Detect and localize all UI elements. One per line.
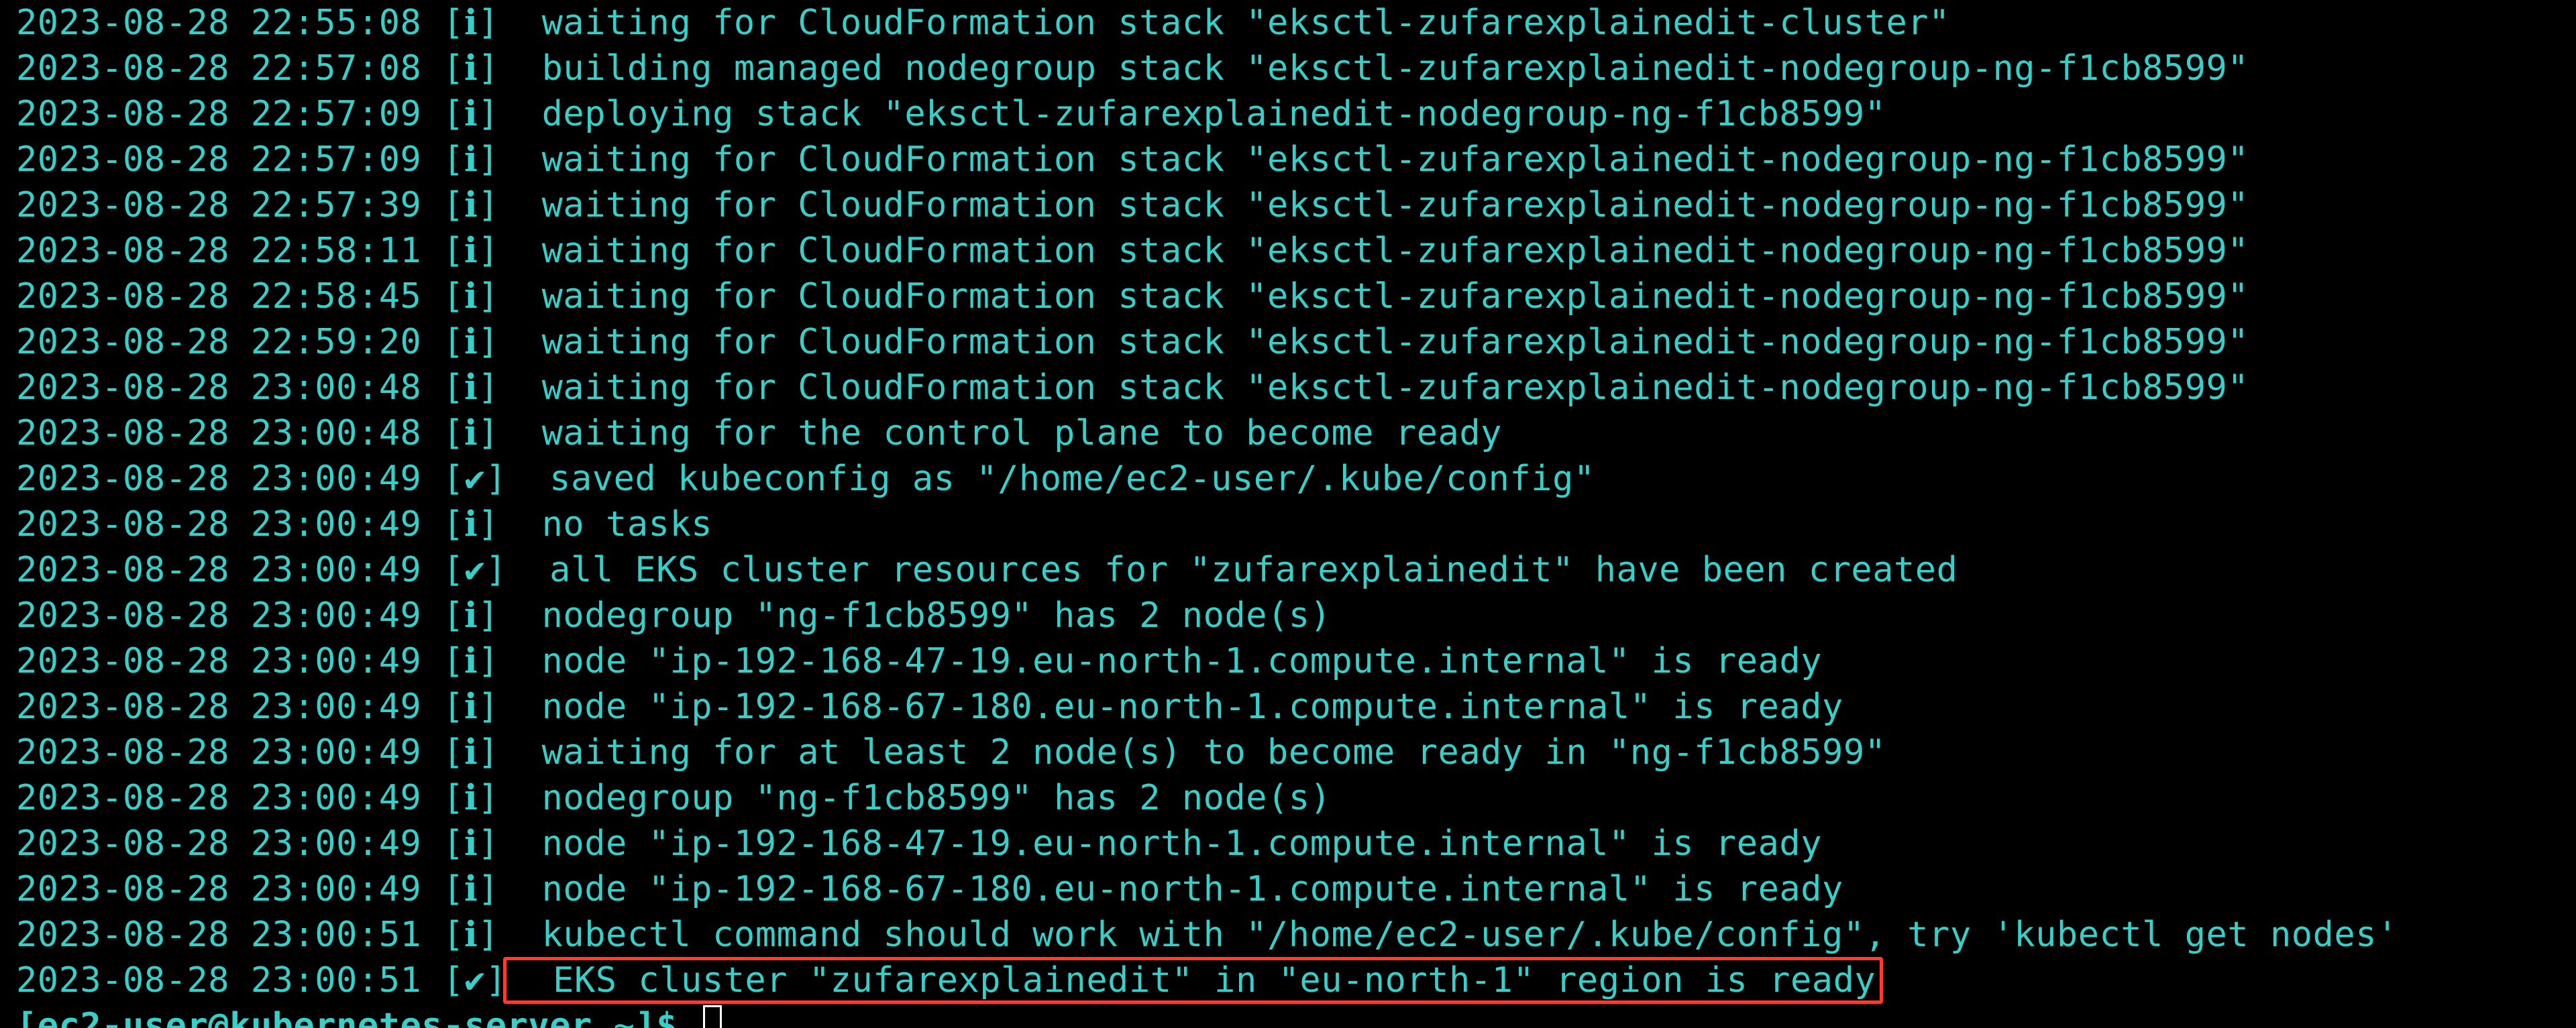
info-icon: [ℹ] — [443, 3, 499, 43]
log-message: waiting for CloudFormation stack "eksctl… — [499, 139, 2249, 180]
log-timestamp: 2023-08-28 23:00:49 — [16, 641, 443, 681]
prompt-user-host: [ec2-user@kubernetes-server — [16, 1006, 614, 1028]
log-message: kubectl command should work with "/home/… — [499, 915, 2398, 955]
log-message: saved kubeconfig as "/home/ec2-user/.kub… — [507, 459, 1595, 499]
info-icon: [ℹ] — [443, 185, 499, 225]
prompt-path: ~ — [614, 1006, 635, 1028]
info-icon: [ℹ] — [443, 687, 499, 727]
log-timestamp: 2023-08-28 23:00:49 — [16, 687, 443, 727]
info-icon: [ℹ] — [443, 595, 499, 636]
log-message: waiting for at least 2 node(s) to become… — [499, 732, 1886, 773]
terminal-output[interactable]: 2023-08-28 22:55:08 [ℹ] waiting for Clou… — [0, 0, 2576, 1028]
log-timestamp: 2023-08-28 22:58:11 — [16, 231, 443, 271]
log-line: 2023-08-28 23:00:49 [ℹ] node "ip-192-168… — [16, 638, 2576, 684]
info-icon: [ℹ] — [443, 778, 499, 818]
log-line: 2023-08-28 23:00:49 [✔] saved kubeconfig… — [16, 456, 2576, 502]
info-icon: [ℹ] — [443, 641, 499, 681]
log-line: 2023-08-28 22:58:11 [ℹ] waiting for Clou… — [16, 228, 2576, 274]
log-timestamp: 2023-08-28 23:00:51 — [16, 960, 443, 1001]
info-icon: [ℹ] — [443, 732, 499, 773]
check-icon: [✔] — [443, 459, 506, 499]
prompt-tail: ]$ — [635, 1006, 698, 1028]
log-line: 2023-08-28 22:57:09 [ℹ] deploying stack … — [16, 91, 2576, 137]
log-timestamp: 2023-08-28 23:00:51 — [16, 915, 443, 955]
log-line: 2023-08-28 23:00:48 [ℹ] waiting for Clou… — [16, 365, 2576, 410]
log-timestamp: 2023-08-28 23:00:49 — [16, 504, 443, 545]
log-message: all EKS cluster resources for "zufarexpl… — [507, 550, 1958, 590]
log-line: 2023-08-28 23:00:49 [ℹ] node "ip-192-168… — [16, 821, 2576, 866]
cursor-icon — [703, 1005, 722, 1028]
log-timestamp: 2023-08-28 22:57:09 — [16, 139, 443, 180]
log-message: nodegroup "ng-f1cb8599" has 2 node(s) — [499, 778, 1331, 818]
log-line: 2023-08-28 23:00:49 [ℹ] no tasks — [16, 502, 2576, 547]
log-timestamp: 2023-08-28 22:57:39 — [16, 185, 443, 225]
log-message: building managed nodegroup stack "eksctl… — [499, 48, 2249, 89]
log-line: 2023-08-28 22:59:20 [ℹ] waiting for Clou… — [16, 319, 2576, 365]
log-line: 2023-08-28 23:00:49 [ℹ] node "ip-192-168… — [16, 684, 2576, 730]
info-icon: [ℹ] — [443, 276, 499, 317]
info-icon: [ℹ] — [443, 413, 499, 453]
info-icon: [ℹ] — [443, 139, 499, 180]
info-icon: [ℹ] — [443, 504, 499, 545]
log-message: node "ip-192-168-47-19.eu-north-1.comput… — [499, 641, 1822, 681]
log-message: waiting for CloudFormation stack "eksctl… — [499, 185, 2249, 225]
log-message: waiting for CloudFormation stack "eksctl… — [499, 276, 2249, 317]
log-line: 2023-08-28 22:58:45 [ℹ] waiting for Clou… — [16, 274, 2576, 319]
log-timestamp: 2023-08-28 23:00:48 — [16, 413, 443, 453]
info-icon: [ℹ] — [443, 48, 499, 89]
log-line: 2023-08-28 23:00:49 [ℹ] nodegroup "ng-f1… — [16, 593, 2576, 638]
info-icon: [ℹ] — [443, 869, 499, 909]
log-message: waiting for the control plane to become … — [499, 413, 1502, 453]
log-line: 2023-08-28 23:00:48 [ℹ] waiting for the … — [16, 410, 2576, 456]
log-timestamp: 2023-08-28 23:00:49 — [16, 823, 443, 864]
log-line: 2023-08-28 23:00:49 [ℹ] node "ip-192-168… — [16, 866, 2576, 912]
log-line: 2023-08-28 23:00:49 [ℹ] waiting for at l… — [16, 730, 2576, 775]
log-timestamp: 2023-08-28 23:00:49 — [16, 778, 443, 818]
info-icon: [ℹ] — [443, 367, 499, 408]
log-message: waiting for CloudFormation stack "eksctl… — [499, 3, 1950, 43]
log-timestamp: 2023-08-28 22:57:09 — [16, 94, 443, 134]
log-line: 2023-08-28 23:00:49 [ℹ] nodegroup "ng-f1… — [16, 775, 2576, 821]
log-timestamp: 2023-08-28 23:00:49 — [16, 550, 443, 590]
log-timestamp: 2023-08-28 23:00:49 — [16, 732, 443, 773]
log-message: waiting for CloudFormation stack "eksctl… — [499, 367, 2249, 408]
log-message: nodegroup "ng-f1cb8599" has 2 node(s) — [499, 595, 1331, 636]
log-line: 2023-08-28 22:57:39 [ℹ] waiting for Clou… — [16, 182, 2576, 228]
log-line: 2023-08-28 22:55:08 [ℹ] waiting for Clou… — [16, 0, 2576, 46]
log-message: waiting for CloudFormation stack "eksctl… — [499, 231, 2249, 271]
log-line: 2023-08-28 22:57:09 [ℹ] waiting for Clou… — [16, 137, 2576, 182]
log-message: waiting for CloudFormation stack "eksctl… — [499, 322, 2249, 362]
log-line: 2023-08-28 23:00:51 [ℹ] kubectl command … — [16, 912, 2576, 958]
log-timestamp: 2023-08-28 22:59:20 — [16, 322, 443, 362]
info-icon: [ℹ] — [443, 823, 499, 864]
log-message: no tasks — [499, 504, 712, 545]
log-line: 2023-08-28 22:57:08 [ℹ] building managed… — [16, 46, 2576, 91]
log-timestamp: 2023-08-28 23:00:49 — [16, 869, 443, 909]
log-timestamp: 2023-08-28 22:58:45 — [16, 276, 443, 317]
log-timestamp: 2023-08-28 23:00:49 — [16, 595, 443, 636]
log-message: node "ip-192-168-67-180.eu-north-1.compu… — [499, 687, 1843, 727]
log-message: deploying stack "eksctl-zufarexplainedit… — [499, 94, 1886, 134]
log-timestamp: 2023-08-28 23:00:49 — [16, 459, 443, 499]
log-line: 2023-08-28 23:00:51 [✔] EKS cluster "zuf… — [16, 958, 2576, 1003]
shell-prompt[interactable]: [ec2-user@kubernetes-server ~]$ — [16, 1003, 2576, 1028]
info-icon: [ℹ] — [443, 231, 499, 271]
check-icon: [✔] — [443, 960, 506, 1001]
log-message: node "ip-192-168-47-19.eu-north-1.comput… — [499, 823, 1822, 864]
log-message: node "ip-192-168-67-180.eu-north-1.compu… — [499, 869, 1843, 909]
log-timestamp: 2023-08-28 23:00:48 — [16, 367, 443, 408]
log-line: 2023-08-28 23:00:49 [✔] all EKS cluster … — [16, 547, 2576, 593]
log-timestamp: 2023-08-28 22:57:08 — [16, 48, 443, 89]
info-icon: [ℹ] — [443, 94, 499, 134]
log-timestamp: 2023-08-28 22:55:08 — [16, 3, 443, 43]
info-icon: [ℹ] — [443, 322, 499, 362]
check-icon: [✔] — [443, 550, 506, 590]
log-message-highlighted: EKS cluster "zufarexplainedit" in "eu-no… — [503, 957, 1884, 1004]
info-icon: [ℹ] — [443, 915, 499, 955]
